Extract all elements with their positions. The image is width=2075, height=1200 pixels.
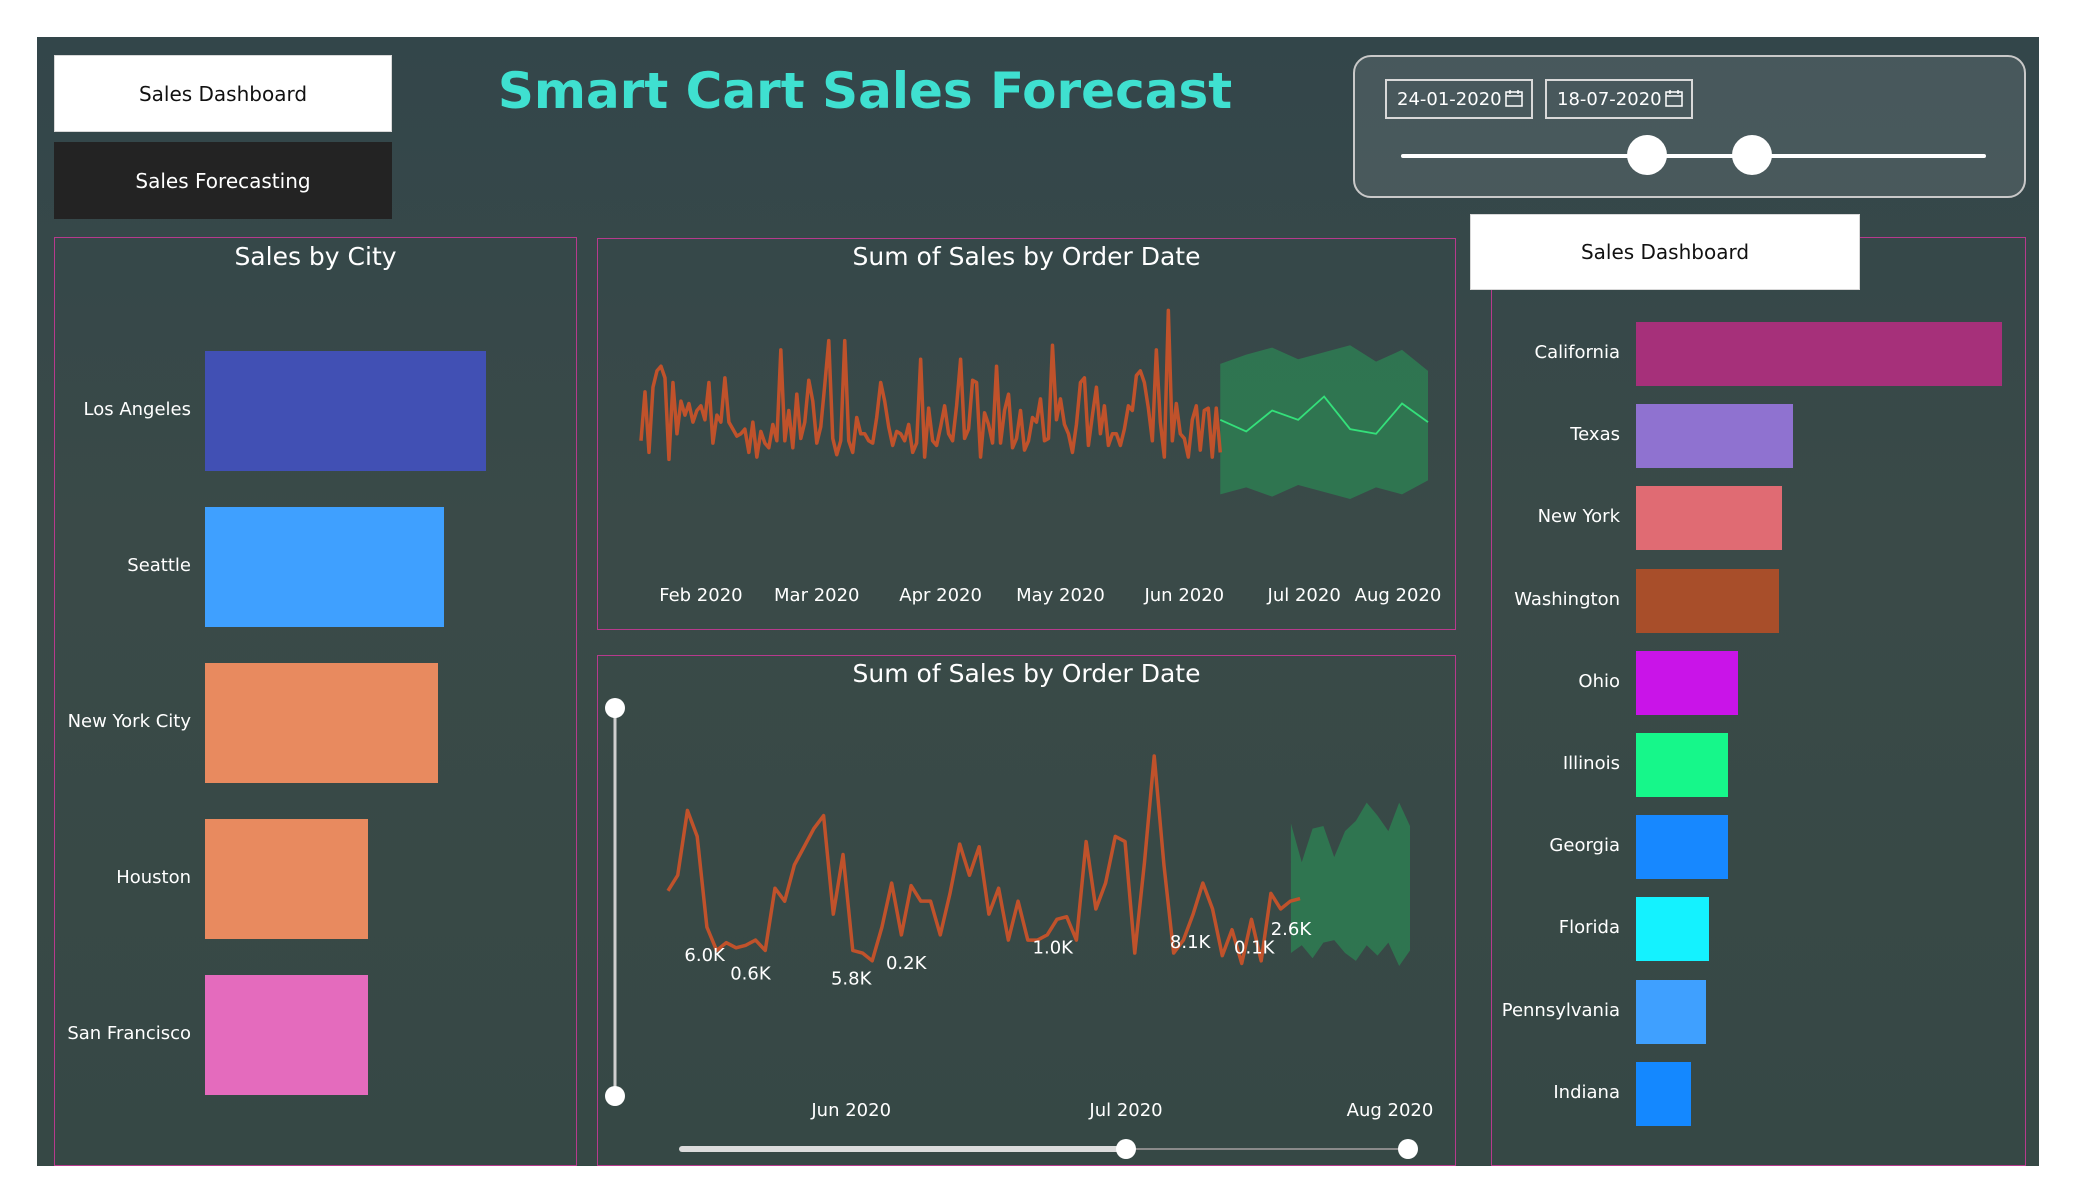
- x-tick-label: Jun 2020: [810, 1100, 891, 1121]
- bar[interactable]: [1636, 322, 2002, 386]
- calendar-icon[interactable]: [1665, 89, 1683, 107]
- bar[interactable]: [205, 975, 368, 1095]
- sales-by-city-title: Sales by City: [234, 242, 397, 271]
- end-date-field[interactable]: 18-07-2020: [1545, 79, 1693, 119]
- bar-label: Georgia: [1549, 835, 1620, 857]
- horizontal-zoom-handle[interactable]: [1398, 1139, 1418, 1159]
- bar[interactable]: [205, 351, 486, 471]
- sales-by-date-panel: Sum of Sales by Order Date Feb 2020 Mar 2…: [597, 238, 1456, 630]
- x-tick-label: Aug 2020: [1355, 585, 1442, 606]
- bar-label: Pennsylvania: [1501, 999, 1620, 1021]
- data-label: 8.1K: [1170, 932, 1212, 953]
- forecast-band: [1220, 345, 1428, 499]
- data-label: 2.6K: [1271, 919, 1313, 940]
- date-range-end-handle[interactable]: [1732, 135, 1772, 175]
- bar-label: California: [1534, 342, 1620, 363]
- x-tick-label: Mar 2020: [774, 585, 860, 606]
- horizontal-zoom-handle[interactable]: [1116, 1139, 1136, 1159]
- data-label: 0.6K: [730, 963, 772, 984]
- calendar-icon[interactable]: [1505, 89, 1523, 107]
- x-tick-label: Aug 2020: [1347, 1100, 1434, 1121]
- date-range-start-handle[interactable]: [1626, 135, 1667, 175]
- bar-label: Los Angeles: [83, 399, 192, 420]
- bar-label: San Francisco: [67, 1023, 191, 1044]
- x-tick-label: Apr 2020: [899, 585, 982, 606]
- x-tick-label: Jul 2020: [1267, 585, 1341, 606]
- bar[interactable]: [1636, 979, 1706, 1044]
- x-tick-label: Feb 2020: [659, 585, 742, 606]
- bar-label: Florida: [1558, 917, 1620, 939]
- data-label: 5.8K: [831, 968, 873, 989]
- bar[interactable]: [1636, 897, 1710, 962]
- bar[interactable]: [1636, 1061, 1691, 1126]
- x-tick-label: Jun 2020: [1143, 585, 1224, 606]
- bar-label: Ohio: [1578, 670, 1620, 692]
- sales-by-date-chart: Feb 2020 Mar 2020 Apr 2020 May 2020 Jun 2020…: [639, 308, 1442, 606]
- bar[interactable]: [205, 819, 368, 939]
- bar[interactable]: [1636, 486, 1783, 551]
- bar-label: Washington: [1514, 588, 1620, 610]
- bar[interactable]: [1636, 733, 1728, 797]
- sales-forecast-panel: Sum of Sales by Order Date 6.0K 0.6K 5.8K 0…: [597, 655, 1456, 1166]
- bar-label: Texas: [1570, 424, 1620, 446]
- bar[interactable]: [1636, 404, 1794, 469]
- x-tick-label: Jul 2020: [1088, 1100, 1162, 1121]
- bar[interactable]: [205, 663, 439, 783]
- start-date-field[interactable]: 24-01-2020: [1385, 79, 1533, 119]
- bar[interactable]: [205, 507, 444, 627]
- forecast-band: [1290, 802, 1410, 966]
- bar[interactable]: [1636, 815, 1728, 880]
- page-title: Smart Cart Sales Forecast: [497, 62, 1233, 120]
- end-date-text: 18-07-2020: [1557, 88, 1662, 110]
- data-label: 6.0K: [684, 945, 726, 966]
- date-range-filter: 24-01-2020 18-07-2020: [1353, 55, 2026, 198]
- vertical-zoom-handle[interactable]: [605, 698, 625, 718]
- sales-by-state-panel: California Texas New York Washington Ohio Ill…: [1491, 237, 2026, 1166]
- date-range-slider-track[interactable]: [1401, 154, 1986, 158]
- panel-sales-dashboard-button[interactable]: Sales Dashboard: [1470, 214, 1860, 290]
- bar-label: Indiana: [1553, 1081, 1620, 1103]
- bar-label: Houston: [116, 867, 191, 888]
- bar[interactable]: [1636, 568, 1779, 633]
- bar-label: Seattle: [127, 555, 191, 576]
- sales-dashboard-button[interactable]: Sales Dashboard: [54, 55, 392, 132]
- sales-forecast-chart: 6.0K0.6K 5.8K 0.2K 1.0K 8.1K 0.1K2.6K Jun 2020…: [605, 698, 1434, 1159]
- sales-line[interactable]: [639, 308, 1223, 462]
- bar[interactable]: [1636, 650, 1739, 715]
- data-label: 0.2K: [886, 953, 928, 974]
- data-label: 0.1K: [1234, 937, 1276, 958]
- start-date-text: 24-01-2020: [1397, 88, 1502, 110]
- sales-forecasting-button[interactable]: Sales Forecasting: [54, 142, 392, 219]
- data-label: 1.0K: [1033, 937, 1075, 958]
- bar-label: Illinois: [1562, 753, 1620, 774]
- bar-label: New York: [1537, 506, 1620, 528]
- vertical-zoom-handle[interactable]: [605, 1086, 625, 1106]
- x-tick-label: May 2020: [1016, 585, 1105, 606]
- bar-label: New York City: [67, 711, 191, 732]
- sales-by-city-panel: Sales by City Los Angeles Seattle New York…: [54, 237, 577, 1166]
